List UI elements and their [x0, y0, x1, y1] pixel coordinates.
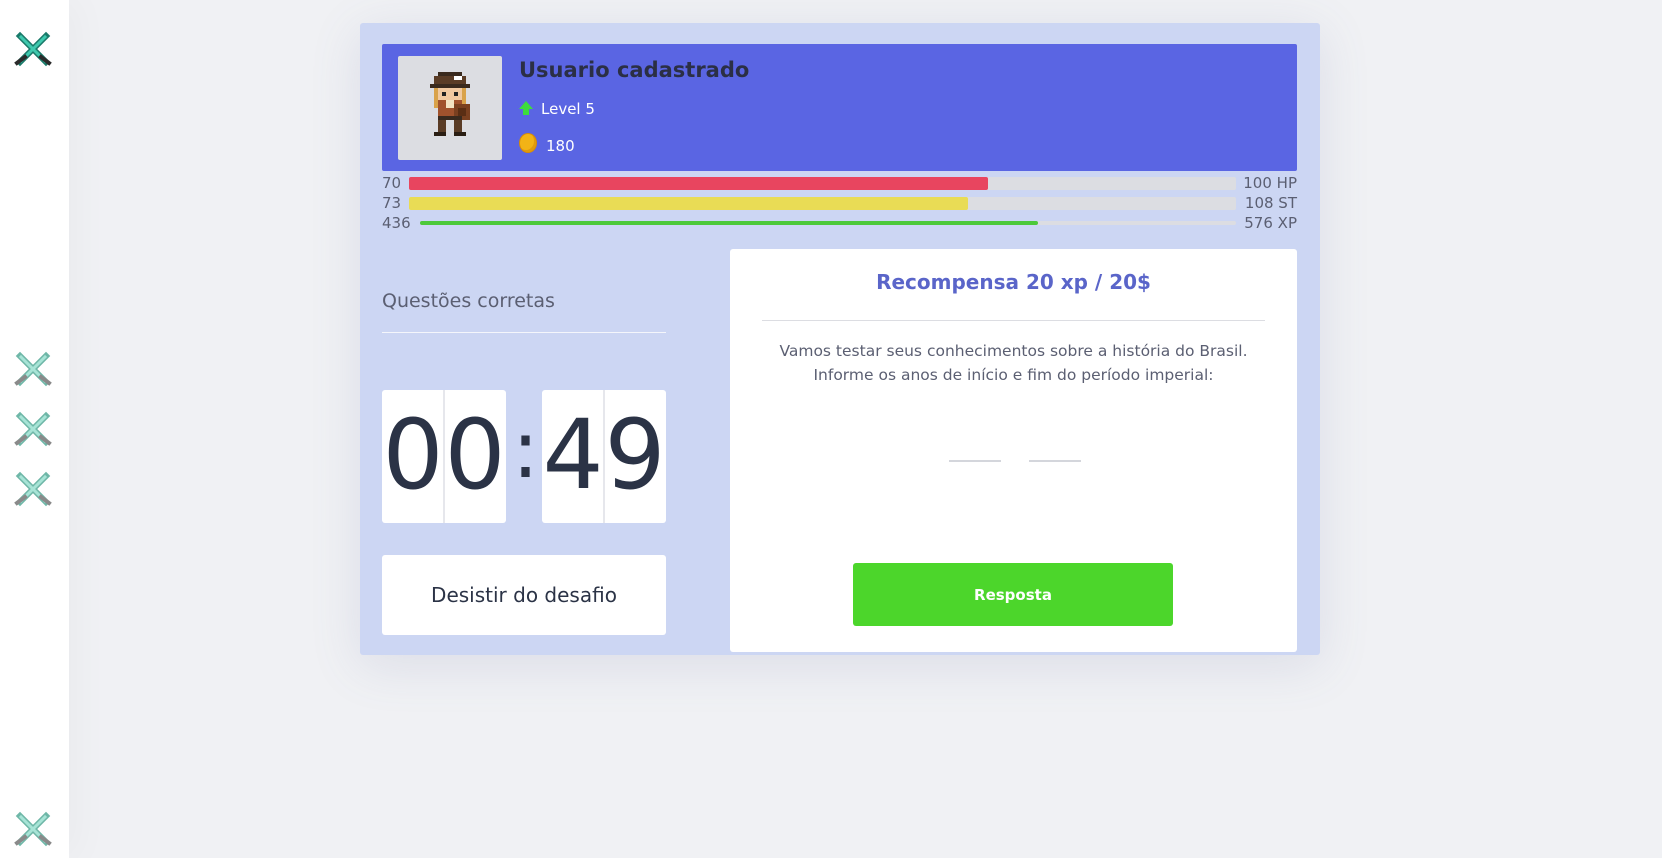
xp-current: 436	[382, 214, 411, 232]
timer-minutes: 0 0	[382, 390, 506, 523]
timer-digit: 0	[382, 399, 444, 511]
level-up-arrow-icon	[519, 101, 533, 115]
pirate-character-icon	[430, 72, 470, 136]
correct-questions-label: Questões corretas	[382, 290, 555, 312]
st-stat: 73 108 ST	[382, 194, 1297, 212]
hp-stat: 70 100 HP	[382, 174, 1297, 192]
challenge-panel: Usuario cadastrado Level 5 180 70 100 HP…	[360, 23, 1320, 655]
submit-answer-button[interactable]: Resposta	[853, 563, 1173, 626]
hp-bar-track	[409, 177, 1236, 190]
timer-seconds: 4 9	[542, 390, 666, 523]
end-year-input[interactable]	[1029, 434, 1081, 462]
coin-value: 180	[546, 137, 575, 155]
timer-digit: 4	[542, 399, 604, 511]
username: Usuario cadastrado	[519, 58, 750, 82]
question-line: Vamos testar seus conhecimentos sobre a …	[779, 342, 1248, 360]
avatar	[398, 56, 502, 160]
crossed-swords-icon[interactable]	[12, 410, 54, 452]
quit-challenge-button[interactable]: Desistir do desafio	[382, 555, 666, 635]
sidebar	[0, 0, 69, 858]
st-max: 108 ST	[1244, 194, 1297, 212]
hp-current: 70	[382, 174, 402, 192]
st-current: 73	[382, 194, 402, 212]
crossed-swords-icon[interactable]	[12, 810, 54, 852]
timer-digit: 9	[604, 399, 666, 511]
divider	[382, 332, 666, 333]
timer-digit: 0	[444, 399, 506, 511]
coin-balance: 180	[519, 133, 575, 156]
reward-title: Recompensa 20 xp / 20$	[876, 270, 1151, 294]
divider	[762, 320, 1265, 321]
st-bar-track	[409, 197, 1236, 210]
xp-bar-track	[420, 221, 1236, 225]
st-bar-fill	[409, 197, 969, 210]
hp-bar-fill	[409, 177, 988, 190]
question-card: Recompensa 20 xp / 20$ Vamos testar seus…	[730, 249, 1297, 652]
level-indicator: Level 5	[519, 100, 595, 118]
coin-icon	[519, 133, 537, 153]
crossed-swords-icon[interactable]	[12, 350, 54, 392]
profile-header: Usuario cadastrado Level 5 180	[382, 44, 1297, 171]
crossed-swords-icon[interactable]	[12, 470, 54, 512]
timer-separator: :	[512, 403, 539, 496]
xp-max: 576 XP	[1244, 214, 1297, 232]
question-text: Vamos testar seus conhecimentos sobre a …	[730, 339, 1297, 387]
start-year-input[interactable]	[949, 434, 1001, 462]
level-label: Level 5	[541, 100, 595, 118]
crossed-swords-icon[interactable]	[12, 30, 54, 72]
xp-bar-fill	[420, 221, 1038, 225]
xp-stat: 436 576 XP	[382, 214, 1297, 232]
hp-max: 100 HP	[1243, 174, 1297, 192]
question-line: Informe os anos de início e fim do perío…	[813, 366, 1214, 384]
